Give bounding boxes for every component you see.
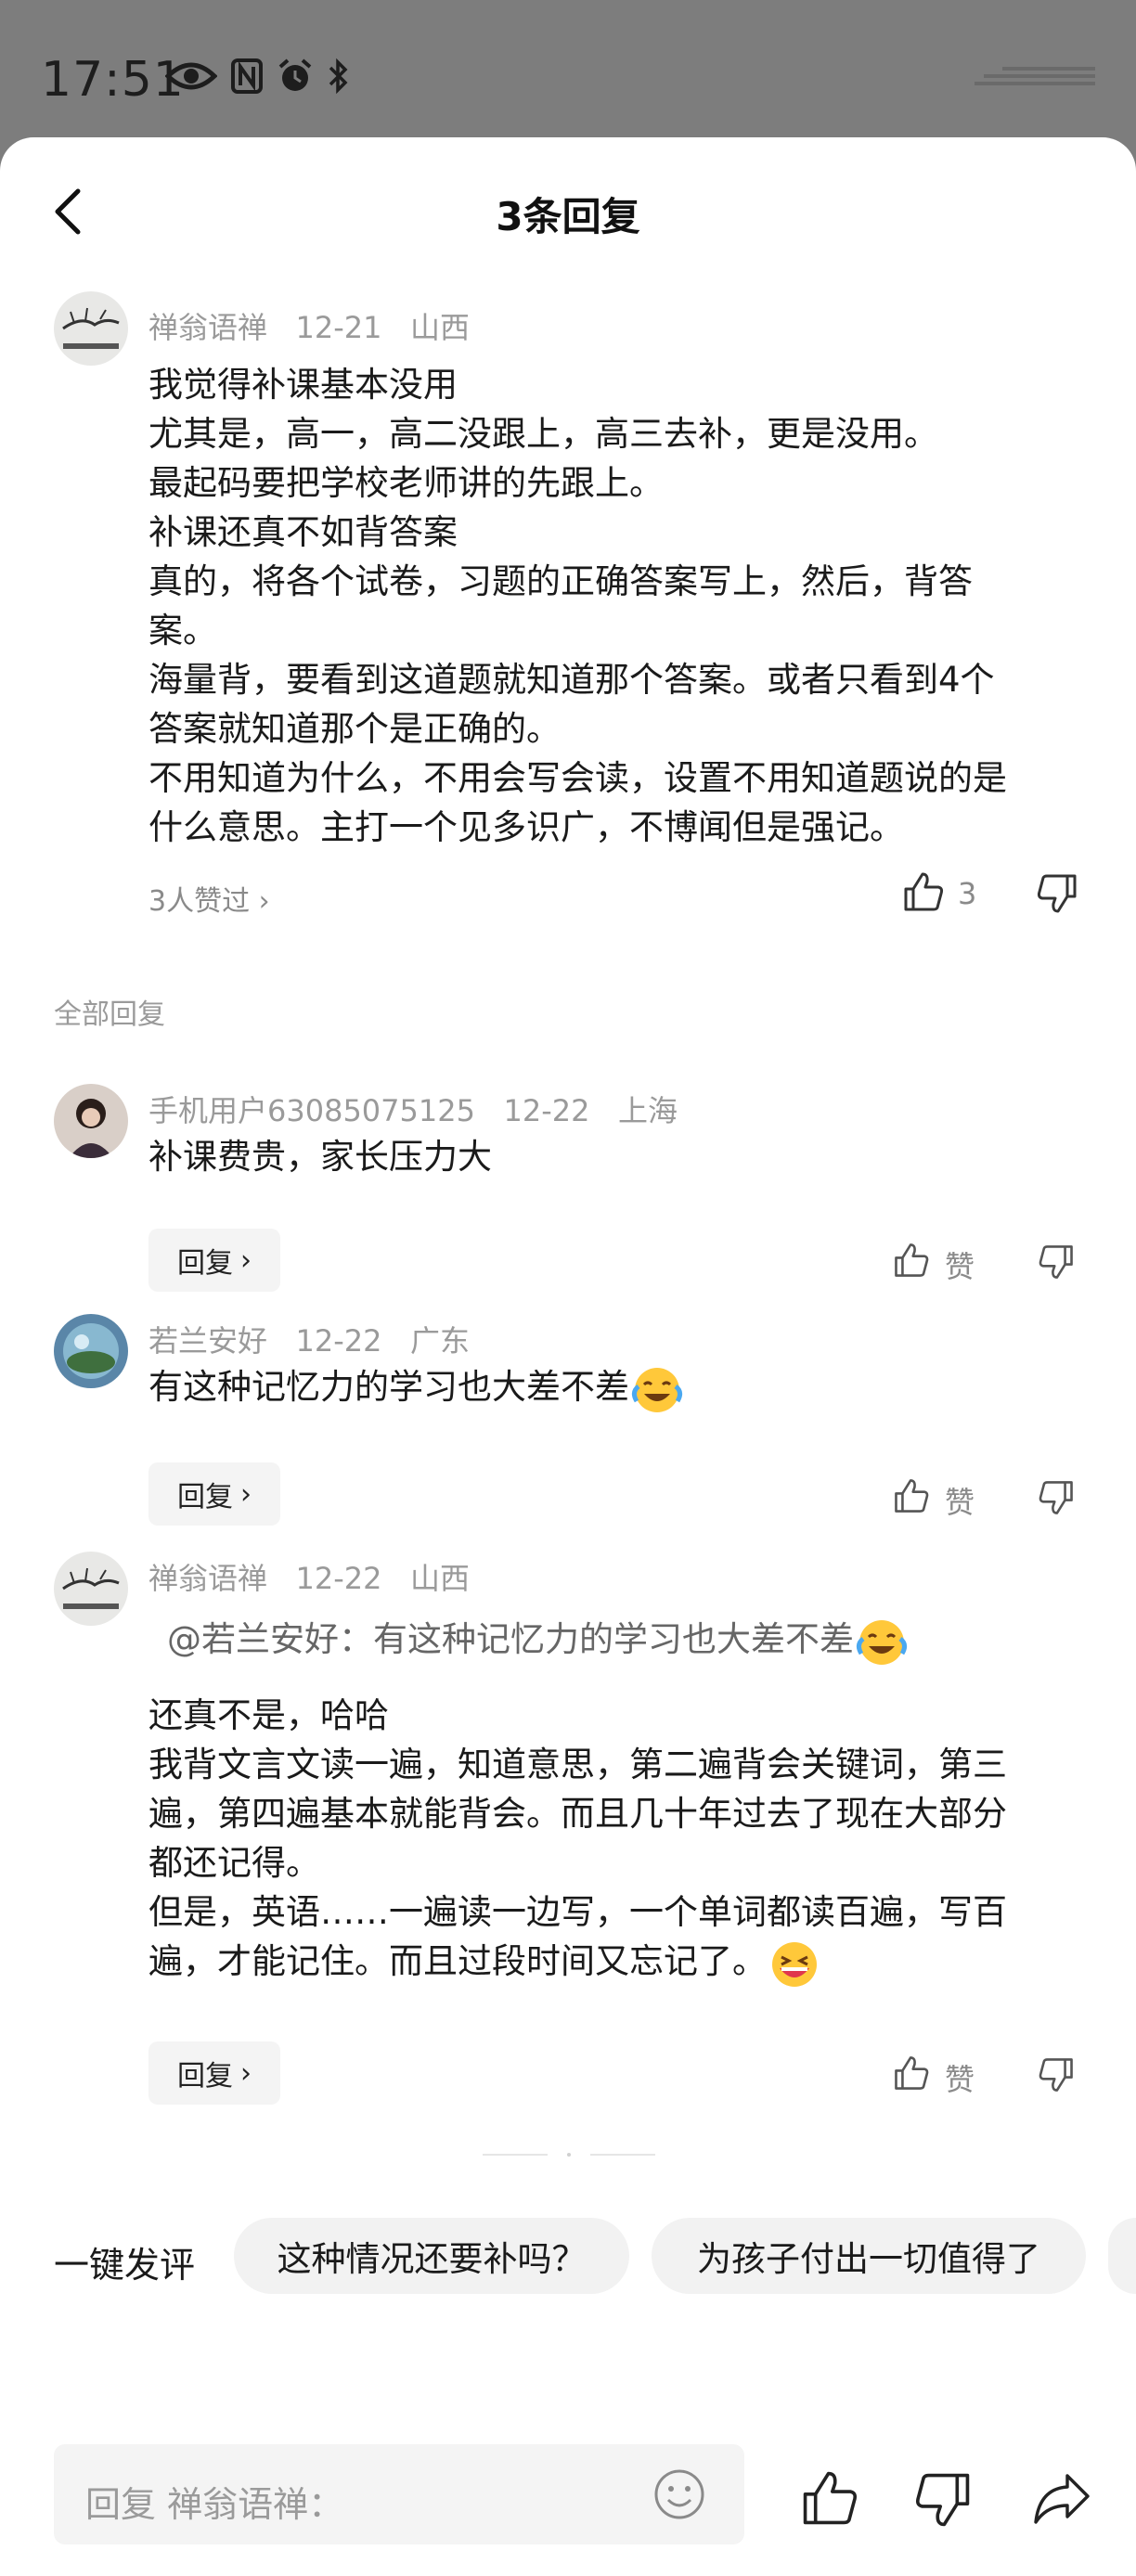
quick-reply-chip[interactable]: 为孩子付出一切值得了 <box>652 2218 1086 2294</box>
reply-location: 广东 <box>410 1323 471 1359</box>
comment-author[interactable]: 禅翁语禅 <box>148 310 267 345</box>
page-title: 3条回复 <box>496 194 640 239</box>
thumbs-down-icon[interactable] <box>1038 1479 1075 1516</box>
nfc-icon <box>231 58 263 94</box>
like-label: 赞 <box>945 2062 975 2097</box>
comment-line: 补课还真不如背答案 <box>148 512 458 552</box>
crying-laughing-emoji-icon <box>631 1367 683 1412</box>
thumbs-up-icon[interactable] <box>893 1242 930 1279</box>
likers-link[interactable]: 3人赞过 › <box>148 878 270 919</box>
reply-line: 还真不是，哈哈 <box>148 1695 389 1735</box>
reply-text: 补课费贵，家长压力大 <box>148 1132 492 1181</box>
reply-meta: 若兰安好 12-22 广东 <box>148 1318 470 1360</box>
likers-text: 3人赞过 <box>148 885 251 918</box>
status-time: 17:51 <box>41 52 185 108</box>
reply-button-label: 回复 <box>177 2060 233 2093</box>
reply-button[interactable]: 回复 › <box>148 1229 280 1292</box>
avatar[interactable] <box>54 291 128 366</box>
avatar[interactable] <box>54 1084 128 1158</box>
reply-date: 12-22 <box>295 1561 382 1596</box>
comment-date: 12-21 <box>295 310 382 345</box>
thumbs-down-icon[interactable] <box>1038 1243 1075 1281</box>
emoji-picker-icon[interactable] <box>652 2467 707 2522</box>
reply-line: 有这种记忆力的学习也大差不差 <box>148 1367 629 1407</box>
reply-line: 补课费贵，家长压力大 <box>148 1137 492 1177</box>
chevron-right-icon: › <box>240 2056 252 2090</box>
grinning-emoji-icon <box>772 1941 817 1987</box>
quick-reply-row: 一键发评 这种情况还要补吗？ 为孩子付出一切值得了 <box>0 2218 1136 2301</box>
status-bar: 17:51 <box>0 0 1136 137</box>
comment-line: 答案就知道那个是正确的。 <box>148 709 561 749</box>
reply-line: 遍，才能记住。而且过段时间又忘记了。 <box>148 1941 767 1981</box>
reply-author[interactable]: 禅翁语禅 <box>148 1561 267 1596</box>
replies-sheet: 3条回复 禅翁语禅 12-21 山西 我觉得补课基本没用 尤其是，高一，高二没跟… <box>0 137 1136 2576</box>
reply-input-placeholder: 回复 禅翁语禅： <box>85 2484 344 2525</box>
reply-line: 遍，第四遍基本就能背会。而且几十年过去了现在大部分 <box>148 1794 1007 1834</box>
comment-meta: 禅翁语禅 12-21 山西 <box>148 304 470 347</box>
signal-battery-icon <box>975 67 1095 85</box>
comment-line: 真的，将各个试卷，习题的正确答案写上，然后，背答 <box>148 561 973 601</box>
reply-meta: 手机用户63085075125 12-22 上海 <box>148 1088 678 1130</box>
reply-line: 都还记得。 <box>148 1843 320 1883</box>
reply-date: 12-22 <box>503 1093 590 1128</box>
reply-button[interactable]: 回复 › <box>148 1462 280 1526</box>
avatar[interactable] <box>54 1314 128 1388</box>
quick-reply-chip-partial[interactable] <box>1108 2218 1136 2294</box>
quick-reply-chip[interactable]: 这种情况还要补吗？ <box>234 2218 629 2294</box>
thumbs-down-icon[interactable] <box>1036 872 1078 915</box>
reply-author[interactable]: 若兰安好 <box>148 1323 267 1359</box>
quick-reply-label: 一键发评 <box>54 2245 196 2286</box>
chevron-right-icon: › <box>240 1243 252 1277</box>
reply-line-last: 遍，才能记住。而且过段时间又忘记了。 <box>148 1937 1007 1989</box>
section-label: 全部回复 <box>54 998 165 1031</box>
avatar[interactable] <box>54 1552 128 1626</box>
reply-button[interactable]: 回复 › <box>148 2041 280 2105</box>
reply-text: 还真不是，哈哈 我背文言文读一遍，知道意思，第二遍背会关键词，第三 遍，第四遍基… <box>148 1691 1007 1989</box>
comment-line: 案。 <box>148 611 217 650</box>
comment-line: 什么意思。主打一个见多识广，不博闻但是强记。 <box>148 807 904 847</box>
reply-line: 但是，英语……一遍读一边写，一个单词都读百遍，写百 <box>148 1892 1007 1932</box>
reply-line: 我背文言文读一遍，知道意思，第二遍背会关键词，第三 <box>148 1745 1007 1784</box>
thumbs-up-icon[interactable] <box>893 2054 930 2092</box>
reply-date: 12-22 <box>295 1323 382 1359</box>
reply-location: 上海 <box>617 1093 678 1128</box>
thumbs-up-icon[interactable] <box>800 2468 859 2528</box>
reply-button-label: 回复 <box>177 1247 233 1280</box>
thumbs-up-icon[interactable] <box>893 1477 930 1514</box>
thumbs-down-icon[interactable] <box>913 2470 973 2530</box>
alarm-icon <box>278 58 312 91</box>
chevron-right-icon: › <box>240 1477 252 1511</box>
crying-laughing-emoji-icon <box>856 1619 908 1665</box>
thumbs-up-icon[interactable] <box>902 870 945 913</box>
chevron-right-icon: › <box>258 885 270 918</box>
comment-text: 我觉得补课基本没用 尤其是，高一，高二没跟上，高三去补，更是没用。 最起码要把学… <box>148 360 1007 852</box>
comment-line: 海量背，要看到这道题就知道那个答案。或者只看到4个 <box>148 660 995 700</box>
like-label: 赞 <box>945 1485 975 1520</box>
comment-line: 尤其是，高一，高二没跟上，高三去补，更是没用。 <box>148 414 938 454</box>
sheet-header: 3条回复 <box>0 137 1136 286</box>
reply-button-label: 回复 <box>177 1481 233 1513</box>
status-icons <box>165 58 351 95</box>
like-label: 赞 <box>945 1249 975 1284</box>
bluetooth-icon <box>329 58 348 95</box>
comment-location: 山西 <box>410 310 471 345</box>
comment-line: 不用知道为什么，不用会写会读，设置不用知道题说的是 <box>148 758 1007 798</box>
reply-meta: 禅翁语禅 12-22 山西 <box>148 1555 470 1598</box>
thumbs-down-icon[interactable] <box>1038 2056 1075 2093</box>
end-indicator <box>483 2153 655 2157</box>
reply-text: 有这种记忆力的学习也大差不差 <box>148 1362 685 1414</box>
quoted-comment: @若兰安好：有这种记忆力的学习也大差不差 <box>167 1611 910 1667</box>
comment-line: 我觉得补课基本没用 <box>148 365 458 405</box>
like-count: 3 <box>958 876 977 911</box>
eye-icon <box>165 62 217 90</box>
comment-line: 最起码要把学校老师讲的先跟上。 <box>148 463 664 503</box>
share-icon[interactable] <box>1032 2468 1091 2528</box>
reply-input[interactable]: 回复 禅翁语禅： <box>54 2444 744 2544</box>
quote-text: @若兰安好：有这种记忆力的学习也大差不差 <box>167 1619 854 1659</box>
reply-author[interactable]: 手机用户63085075125 <box>148 1093 475 1128</box>
reply-location: 山西 <box>410 1561 471 1596</box>
